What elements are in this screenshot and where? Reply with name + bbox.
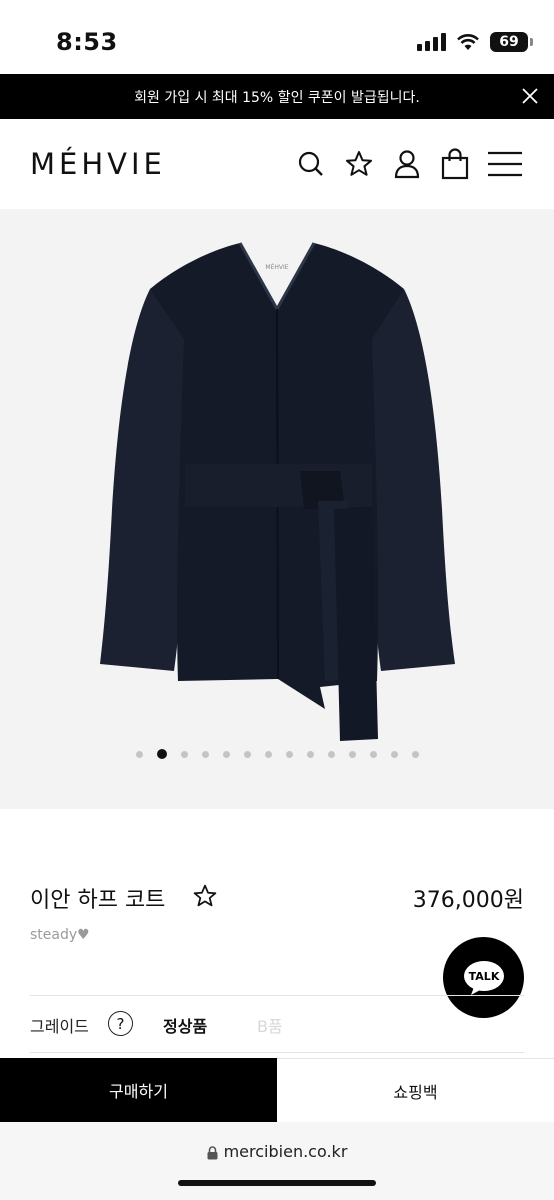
gallery-dot[interactable]	[306, 751, 314, 758]
header-icons	[294, 147, 524, 181]
status-icons: 69	[417, 32, 533, 52]
divider	[30, 995, 524, 996]
gallery-dot[interactable]	[411, 751, 419, 758]
gallery-dot[interactable]	[348, 751, 356, 758]
gallery-pagination	[0, 749, 554, 759]
gallery-dot[interactable]	[201, 751, 209, 758]
gallery-dot[interactable]	[135, 751, 143, 758]
product-price: 376,000원	[412, 888, 524, 913]
grade-option-normal[interactable]: 정상품	[163, 1013, 207, 1037]
gallery-dot[interactable]	[180, 751, 188, 758]
product-name: 이안 하프 코트	[30, 888, 166, 913]
battery-icon: 69	[490, 32, 533, 52]
url-display[interactable]: mercibien.co.kr	[0, 1142, 554, 1161]
gallery-dot[interactable]	[369, 751, 377, 758]
promo-banner: 회원 가입 시 최대 15% 할인 쿠폰이 발급됩니다.	[0, 74, 554, 119]
search-icon[interactable]	[294, 147, 328, 181]
gallery-dot[interactable]	[243, 751, 251, 758]
gallery-dot[interactable]	[156, 749, 167, 759]
star-icon[interactable]	[342, 147, 376, 181]
seller-name[interactable]: steady♥	[30, 927, 90, 943]
brand-logo[interactable]: MÉHVIE	[30, 147, 166, 181]
wifi-icon	[457, 34, 479, 50]
gallery-dot[interactable]	[222, 751, 230, 758]
user-icon[interactable]	[390, 147, 424, 181]
shopping-bag-button[interactable]: 쇼핑백	[277, 1058, 554, 1122]
talk-label: TALK	[468, 970, 499, 983]
gallery-dot[interactable]	[327, 751, 335, 758]
menu-icon[interactable]	[486, 147, 524, 181]
chat-bubble-icon: TALK	[463, 960, 504, 995]
url-text: mercibien.co.kr	[223, 1142, 348, 1161]
product-image-gallery[interactable]: MÉHVIE	[0, 209, 554, 809]
gallery-dot[interactable]	[264, 751, 272, 758]
grade-label: 그레이드	[30, 1017, 89, 1036]
garment-label-text: MÉHVIE	[265, 263, 288, 271]
promo-text: 회원 가입 시 최대 15% 할인 쿠폰이 발급됩니다.	[134, 89, 420, 106]
lock-icon	[207, 1145, 218, 1159]
buy-button[interactable]: 구매하기	[0, 1058, 277, 1122]
status-bar: 8:53 69	[0, 0, 554, 74]
site-header: MÉHVIE	[0, 119, 554, 209]
shopping-bag-icon[interactable]	[438, 147, 472, 181]
status-time: 8:53	[56, 28, 118, 56]
kakao-talk-button[interactable]: TALK	[443, 937, 524, 1018]
close-icon[interactable]	[518, 84, 542, 108]
home-indicator	[178, 1180, 376, 1186]
divider	[30, 1052, 524, 1053]
browser-url-bar[interactable]: mercibien.co.kr	[0, 1122, 554, 1200]
gallery-dot[interactable]	[285, 751, 293, 758]
grade-option-b[interactable]: B품	[257, 1013, 283, 1037]
wishlist-star-icon[interactable]	[192, 883, 218, 909]
cellular-signal-icon	[417, 33, 446, 51]
product-image: MÉHVIE	[100, 242, 455, 741]
help-icon[interactable]: ?	[108, 1011, 133, 1036]
gallery-dot[interactable]	[390, 751, 398, 758]
